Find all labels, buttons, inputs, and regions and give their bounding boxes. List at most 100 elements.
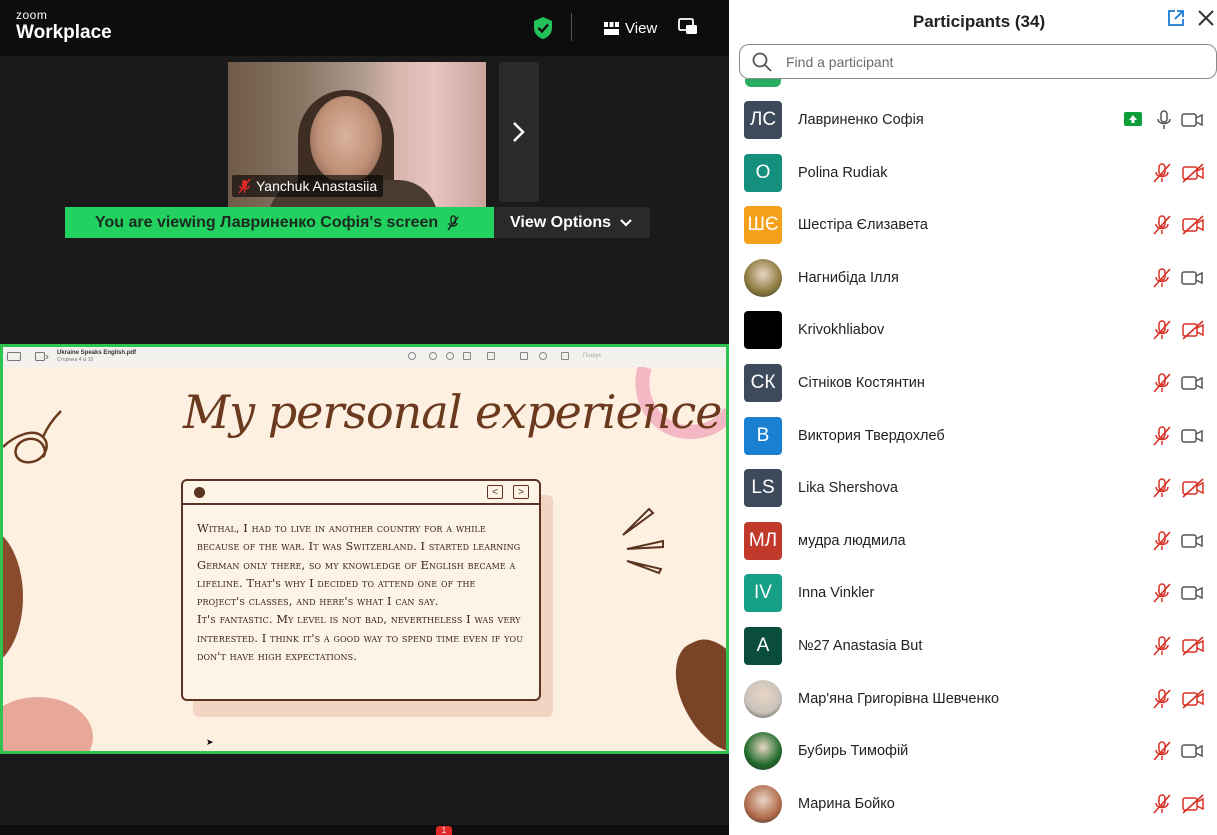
rotate-icon[interactable] [520,352,528,360]
muted-mic-icon[interactable] [1151,162,1173,189]
sidebar-toggle-icon[interactable] [7,352,21,361]
decor-leaf-right [660,627,726,751]
avatar-initials: СК [750,371,776,393]
avatar: IV [744,574,782,613]
video-off-icon[interactable] [1181,636,1205,661]
avatar: ШЄ [744,206,782,245]
participants-title: Participants (34) [912,12,1046,31]
muted-mic-icon[interactable] [1151,530,1173,557]
video-icon[interactable] [1181,585,1203,606]
logo-top-text: zoom [16,8,48,22]
participant-row[interactable]: Марина Бойко [729,778,1217,831]
video-icon[interactable] [1181,743,1203,764]
muted-mic-icon[interactable] [1151,635,1173,662]
avatar [744,311,782,350]
participant-row[interactable]: ЛС Лавриненко Софія [729,94,1217,147]
participant-name: Бубирь Тимофій [798,743,909,760]
participant-row[interactable]: Бубирь Тимофій [729,725,1217,778]
muted-mic-icon[interactable] [1151,267,1173,294]
pdf-search-field[interactable]: Пошук [583,353,601,359]
video-participant-name: Yanchuk Anastasiia [256,178,378,194]
participant-row[interactable]: LS Lika Shershova [729,462,1217,515]
avatar-initials: O [755,161,771,183]
avatar: СК [744,363,782,402]
zoom-logo: zoom Workplace [16,9,112,42]
muted-mic-icon[interactable] [1151,740,1173,767]
share-doc-icon[interactable] [463,352,471,360]
view-options-label: View Options [510,213,612,231]
avatar-initials: IV [754,582,772,604]
zoom-in-icon[interactable] [446,352,454,360]
video-off-icon[interactable] [1181,478,1205,503]
participant-row[interactable]: A №27 Anastasia But [729,620,1217,673]
close-icon[interactable] [1196,8,1216,28]
video-person-face [310,96,382,184]
participant-row[interactable]: ШЄ Шестіра Єлизавета [729,199,1217,252]
markup-icon[interactable] [487,352,495,360]
decor-leaf-left [3,527,23,667]
participant-row[interactable]: O Polina Rudiak [729,147,1217,200]
video-icon[interactable] [1181,428,1203,449]
video-icon[interactable] [1181,270,1203,291]
avatar: ЛС [744,101,782,139]
view-button[interactable]: View [604,17,657,39]
video-off-icon[interactable] [1181,688,1205,714]
layout-icon[interactable] [35,352,49,361]
participant-row[interactable]: СК Сітніков Костянтин [729,357,1217,410]
video-off-icon[interactable] [1181,794,1205,819]
card-dot [194,487,205,498]
participant-row[interactable]: В Виктория Твердохлеб [729,410,1217,463]
video-off-icon[interactable] [1181,215,1205,240]
video-off-icon[interactable] [1181,320,1205,345]
next-video-button[interactable] [499,62,539,202]
participant-row[interactable]: Krivokhliabov [729,304,1217,357]
encryption-shield-icon[interactable] [532,16,554,40]
muted-mic-icon[interactable] [1151,793,1173,820]
grid-view-icon [604,21,619,35]
video-tile[interactable]: Yanchuk Anastasiia [228,62,486,207]
muted-mic-icon[interactable] [1151,477,1173,504]
muted-mic-icon[interactable] [1151,372,1173,399]
muted-mic-icon[interactable] [1151,319,1173,346]
bottom-toolbar [0,825,729,835]
presentation-slide: My personal experience < > Withal, I had… [3,367,726,751]
participants-panel: Participants (34) ЛС Лавриненко Софія O Pol… [729,0,1217,835]
decor-swirl [3,410,62,464]
popout-icon[interactable] [1167,9,1185,27]
participant-search-input[interactable] [784,51,1188,73]
edit-icon[interactable] [561,352,569,360]
mic-icon[interactable] [1154,109,1174,136]
muted-mic-icon[interactable] [1151,688,1173,715]
picture-in-picture-icon[interactable] [678,18,698,36]
avatar [744,258,782,297]
toolbar-divider [571,13,572,41]
participant-name: Виктория Твердохлеб [798,427,945,444]
shared-screen[interactable]: Ukraine Speaks English.pdf Сторінка 4 із… [0,344,729,754]
card-next-icon: > [513,485,529,499]
avatar: A [744,626,782,665]
participant-name: Inna Vinkler [798,585,875,602]
view-button-label: View [625,19,658,37]
video-icon[interactable] [1181,112,1203,133]
highlight-icon[interactable] [539,352,547,360]
participant-row[interactable]: МЛ мудра людмила [729,515,1217,568]
participant-name: Марина Бойко [798,795,895,812]
participant-row[interactable]: Мар'яна Григорівна Шевченко [729,673,1217,726]
video-off-icon[interactable] [1181,162,1205,188]
zoom-out-icon[interactable] [429,352,437,360]
video-icon[interactable] [1181,533,1203,554]
muted-mic-icon[interactable] [1151,425,1173,452]
participant-row[interactable]: IV Inna Vinkler [729,567,1217,620]
mouse-cursor-icon: ➤ [206,737,214,747]
participant-search[interactable] [739,44,1217,79]
info-icon[interactable] [408,352,416,360]
video-icon[interactable] [1181,375,1203,396]
avatar-initials: МЛ [748,529,778,551]
view-options-button[interactable]: View Options [494,207,650,238]
muted-mic-icon[interactable] [1151,582,1173,609]
participant-list: ЛС Лавриненко Софія O Polina Rudiak ШЄ Шестір… [729,94,1217,830]
search-icon [752,52,772,72]
muted-mic-icon[interactable] [1151,214,1173,241]
avatar: O [744,153,782,192]
participant-row[interactable]: Нагнибіда Ілля [729,252,1217,305]
